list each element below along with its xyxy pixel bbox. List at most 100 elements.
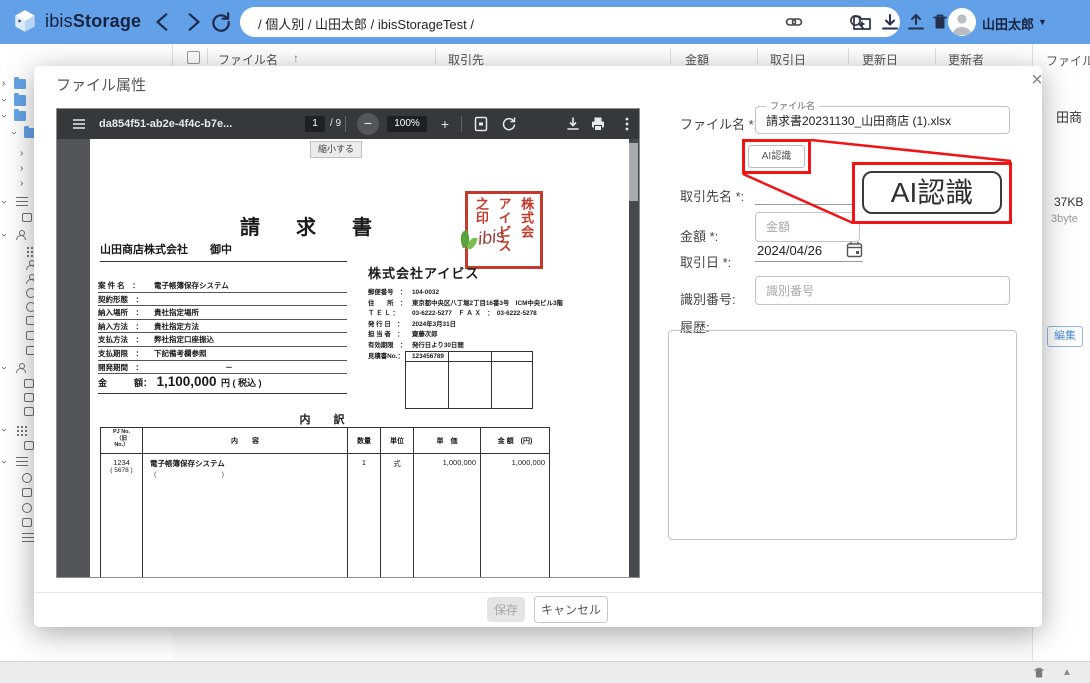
more-options-icon[interactable]	[619, 116, 635, 132]
app-logo[interactable]: ibisStorage	[12, 8, 141, 34]
seal-text: 株式会	[520, 197, 533, 263]
transaction-date-underline	[755, 244, 863, 262]
menu-icon[interactable]	[71, 116, 87, 132]
chevron-down-icon[interactable]: ›	[0, 366, 9, 369]
new-folder-icon[interactable]	[852, 12, 872, 32]
invoice-detail-rows: 案 件 名 ：電子帳簿保存システム契約形態 ：納入場所 ：貴社指定場所納入方法 …	[98, 279, 347, 374]
forward-button[interactable]	[182, 11, 204, 33]
file-size-bytes: 3byte	[1051, 213, 1078, 225]
select-all-checkbox[interactable]	[187, 51, 200, 64]
ai-recognition-button[interactable]: AI認識	[748, 145, 805, 168]
amount-field[interactable]	[755, 212, 860, 242]
box-icon	[22, 488, 32, 497]
refresh-button[interactable]	[210, 11, 232, 33]
cell-quantity: 1	[348, 454, 381, 578]
breakdown-table: PJ No.（旧No.） 内 容 数量 単位 単 価 金 額 (円) 1234(…	[100, 427, 550, 578]
chevron-down-icon[interactable]: ›	[0, 460, 9, 463]
breakdown-title: 内 訳	[100, 411, 550, 427]
user-avatar[interactable]	[948, 8, 976, 36]
chevron-down-icon[interactable]: ›	[9, 131, 19, 134]
identifier-field[interactable]	[755, 276, 1010, 305]
file-name-field[interactable]: ファイル名	[755, 106, 1010, 134]
th-pj-no: PJ No.（旧No.）	[101, 428, 143, 454]
chevron-down-icon[interactable]: ›	[0, 233, 9, 236]
box-icon	[22, 518, 32, 527]
invoice-detail-row: 支払方法 ：弊社指定口座振込	[98, 333, 347, 347]
annotation-zoom-callout: AI認識	[852, 162, 1012, 224]
issuer-info-row: 郵便番号 ：104-0032	[368, 288, 568, 299]
panel-header-file: ファイル	[1046, 52, 1090, 69]
person-icon	[16, 230, 26, 240]
trash-icon[interactable]	[1032, 666, 1046, 680]
collapse-up-icon[interactable]: ▲	[1062, 667, 1072, 678]
zoom-level[interactable]: 100%	[387, 116, 427, 132]
cell-pj-no: 1234( 5678 )	[101, 454, 143, 578]
download-icon[interactable]	[880, 12, 900, 32]
invoice-detail-row: 契約形態 ：	[98, 293, 347, 307]
fit-page-icon[interactable]	[473, 116, 489, 132]
invoice-recipient: 山田商店株式会社 御中	[100, 241, 347, 262]
chevron-down-icon[interactable]: ▼	[1038, 17, 1047, 27]
upload-icon[interactable]	[906, 12, 926, 32]
link-icon[interactable]	[785, 13, 803, 31]
issuer-info-row: Ｔ Ｅ Ｌ ：03-6222-5277 Ｆ Ａ Ｘ ： 03-6222-5278	[368, 309, 568, 320]
divider	[848, 48, 849, 64]
th-description: 内 容	[143, 428, 348, 454]
total-label: 金 額：	[98, 378, 152, 388]
scrollbar-thumb[interactable]	[628, 143, 638, 201]
zoom-out-button[interactable]: −	[357, 113, 379, 135]
zoom-out-tooltip: 縮小する	[310, 141, 362, 158]
history-field[interactable]	[668, 330, 1017, 540]
cancel-button[interactable]: キャンセル	[534, 596, 608, 623]
edit-button[interactable]: 編集	[1047, 326, 1083, 347]
box-icon	[24, 407, 34, 416]
box-icon	[22, 213, 32, 222]
chevron-right-icon[interactable]: ›	[20, 164, 23, 174]
dialog-title: ファイル属性	[56, 74, 146, 95]
zoom-in-button[interactable]: +	[435, 114, 455, 134]
rotate-icon[interactable]	[501, 116, 517, 132]
chevron-down-icon[interactable]: ›	[0, 200, 9, 203]
cell-unit-price: 1,000,000	[414, 454, 481, 578]
trash-icon[interactable]	[930, 12, 950, 32]
th-unit: 単位	[381, 428, 414, 454]
print-icon[interactable]	[590, 116, 606, 132]
pdf-page: 請 求 書 株式会 アイビス 之印 ibis 山田商店株式会社 御中 案 件 名…	[90, 139, 629, 578]
breadcrumb-bar[interactable]: / 個人別 / 山田太郎 / ibisStorageTest /	[240, 7, 900, 37]
file-size: 37KB	[1054, 195, 1083, 209]
chevron-right-icon[interactable]: ›	[2, 79, 5, 89]
divider	[935, 48, 936, 64]
close-icon[interactable]: ×	[1026, 69, 1048, 92]
page-number-input[interactable]: 1	[305, 116, 325, 132]
chevron-right-icon[interactable]: ›	[20, 179, 23, 189]
identifier-input[interactable]	[756, 277, 1009, 304]
chevron-right-icon[interactable]: ›	[20, 149, 23, 159]
ibis-script-logo: ibis	[477, 225, 507, 250]
issuer-block: 株式会社アイビス 郵便番号 ：104-0032住 所 ：東京都中央区八丁堀2丁目…	[368, 263, 568, 362]
chevron-down-icon[interactable]: ›	[0, 114, 9, 117]
file-name-label: ファイル名 *:	[680, 114, 757, 133]
person-icon	[948, 8, 976, 36]
dots-icon	[16, 425, 27, 436]
invoice-detail-row: 案 件 名 ：電子帳簿保存システム	[98, 279, 347, 293]
issuer-info-row: 住 所 ：東京都中央区八丁堀2丁目16番3号 ICM中央ビル3階	[368, 299, 568, 310]
page-total: / 9	[330, 118, 341, 129]
chevron-down-icon[interactable]: ›	[0, 428, 9, 431]
divider	[34, 592, 1042, 593]
box-icon	[24, 393, 34, 402]
topbar: ibisStorage / 個人別 / 山田太郎 / ibisStorageTe…	[0, 0, 1090, 44]
chevron-down-icon[interactable]: ›	[0, 98, 9, 101]
amount-label: 金額 *:	[680, 226, 718, 245]
amount-input[interactable]	[756, 213, 859, 241]
file-attributes-dialog: ファイル属性 × da854f51-ab2e-4f4c-b7e... 1 / 9…	[34, 66, 1042, 627]
invoice-detail-row: 支払期限 ：下記備考欄参照	[98, 347, 347, 361]
sort-ascending-icon[interactable]: ↑	[293, 51, 299, 65]
lines-icon	[16, 457, 28, 466]
divider	[461, 116, 462, 132]
history-textarea[interactable]	[669, 331, 1016, 539]
client-label: 取引先名 *:	[680, 186, 744, 205]
save-button[interactable]: 保存	[487, 597, 525, 622]
back-button[interactable]	[152, 11, 174, 33]
app-window: ibisStorage / 個人別 / 山田太郎 / ibisStorageTe…	[0, 0, 1090, 683]
pdf-download-icon[interactable]	[565, 116, 581, 132]
